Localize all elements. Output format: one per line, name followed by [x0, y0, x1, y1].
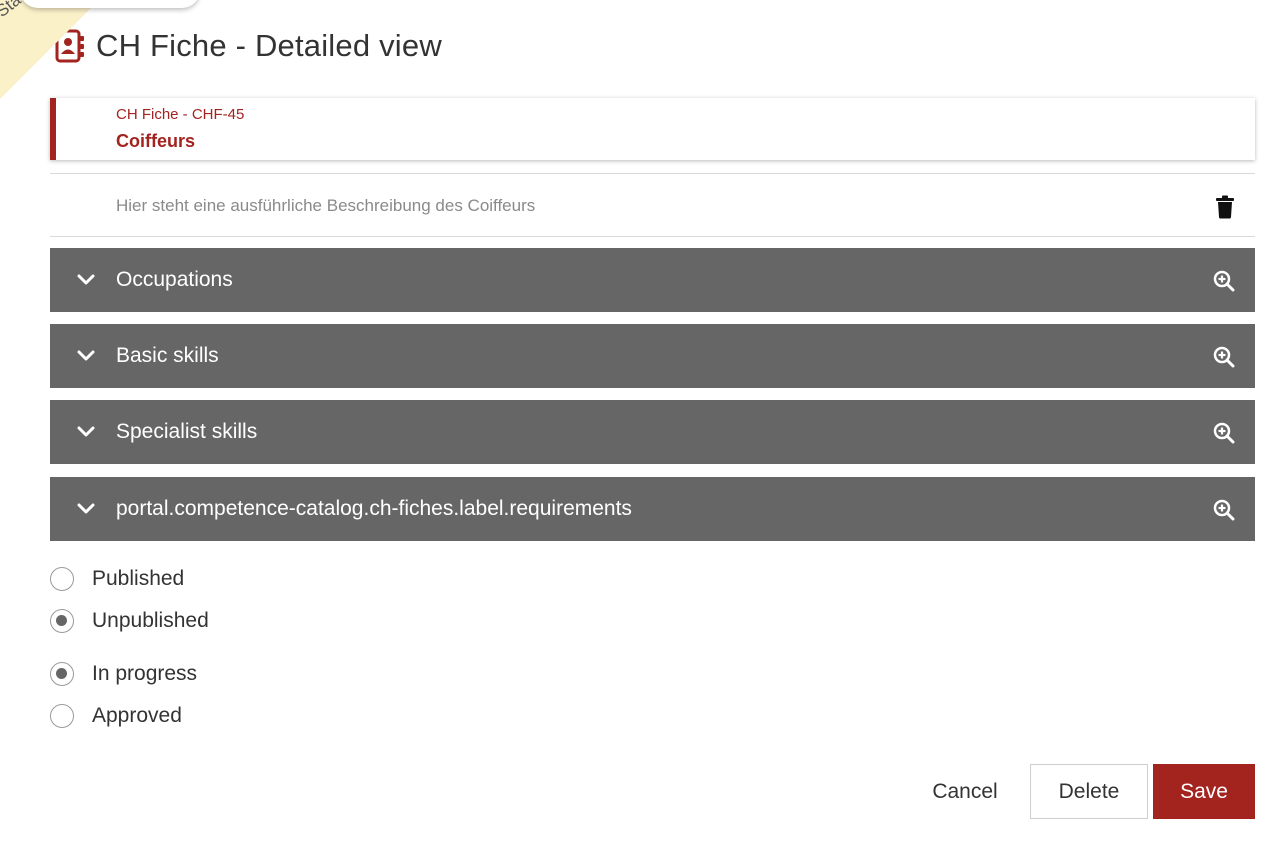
section-basic-skills[interactable]: Basic skills	[50, 324, 1255, 388]
zoom-in-icon[interactable]	[1213, 346, 1235, 368]
section-label: portal.competence-catalog.ch-fiches.labe…	[116, 497, 632, 520]
section-requirements[interactable]: portal.competence-catalog.ch-fiches.labe…	[50, 477, 1255, 541]
delete-button[interactable]: Delete	[1030, 764, 1148, 819]
fiche-description: Hier steht eine ausführliche Beschreibun…	[116, 196, 536, 215]
save-button[interactable]: Save	[1153, 764, 1255, 819]
radio-button[interactable]	[50, 567, 74, 591]
radio-label: In progress	[92, 662, 198, 685]
chevron-down-icon	[77, 274, 95, 285]
chevron-down-icon	[77, 503, 95, 514]
top-floating-tab	[20, 0, 200, 8]
chevron-down-icon	[77, 350, 95, 361]
section-label: Specialist skills	[116, 420, 258, 443]
radio-published[interactable]: Published	[50, 567, 184, 591]
radio-button[interactable]	[50, 662, 74, 686]
fiche-header-card: CH Fiche - CHF-45 Coiffeurs	[50, 98, 1255, 160]
trash-icon[interactable]	[1215, 195, 1235, 219]
radio-approved[interactable]: Approved	[50, 704, 182, 728]
zoom-in-icon[interactable]	[1213, 270, 1235, 292]
radio-button[interactable]	[50, 704, 74, 728]
cancel-button[interactable]: Cancel	[915, 764, 1015, 819]
section-label: Occupations	[116, 268, 233, 291]
chevron-down-icon	[77, 426, 95, 437]
section-occupations[interactable]: Occupations	[50, 248, 1255, 312]
radio-button[interactable]	[50, 609, 74, 633]
description-row: Hier steht eine ausführliche Beschreibun…	[50, 173, 1255, 237]
radio-in-progress[interactable]: In progress	[50, 662, 197, 686]
fiche-name: Coiffeurs	[116, 131, 196, 151]
section-specialist-skills[interactable]: Specialist skills	[50, 400, 1255, 464]
fiche-code: CH Fiche - CHF-45	[116, 106, 245, 123]
radio-label: Published	[92, 567, 185, 590]
zoom-in-icon[interactable]	[1213, 499, 1235, 521]
page-title: CH Fiche - Detailed view	[54, 28, 442, 64]
radio-label: Unpublished	[92, 609, 209, 632]
section-label: Basic skills	[116, 344, 219, 367]
zoom-in-icon[interactable]	[1213, 422, 1235, 444]
page-title-text: CH Fiche - Detailed view	[96, 28, 442, 63]
radio-label: Approved	[92, 704, 182, 727]
radio-unpublished[interactable]: Unpublished	[50, 609, 209, 633]
